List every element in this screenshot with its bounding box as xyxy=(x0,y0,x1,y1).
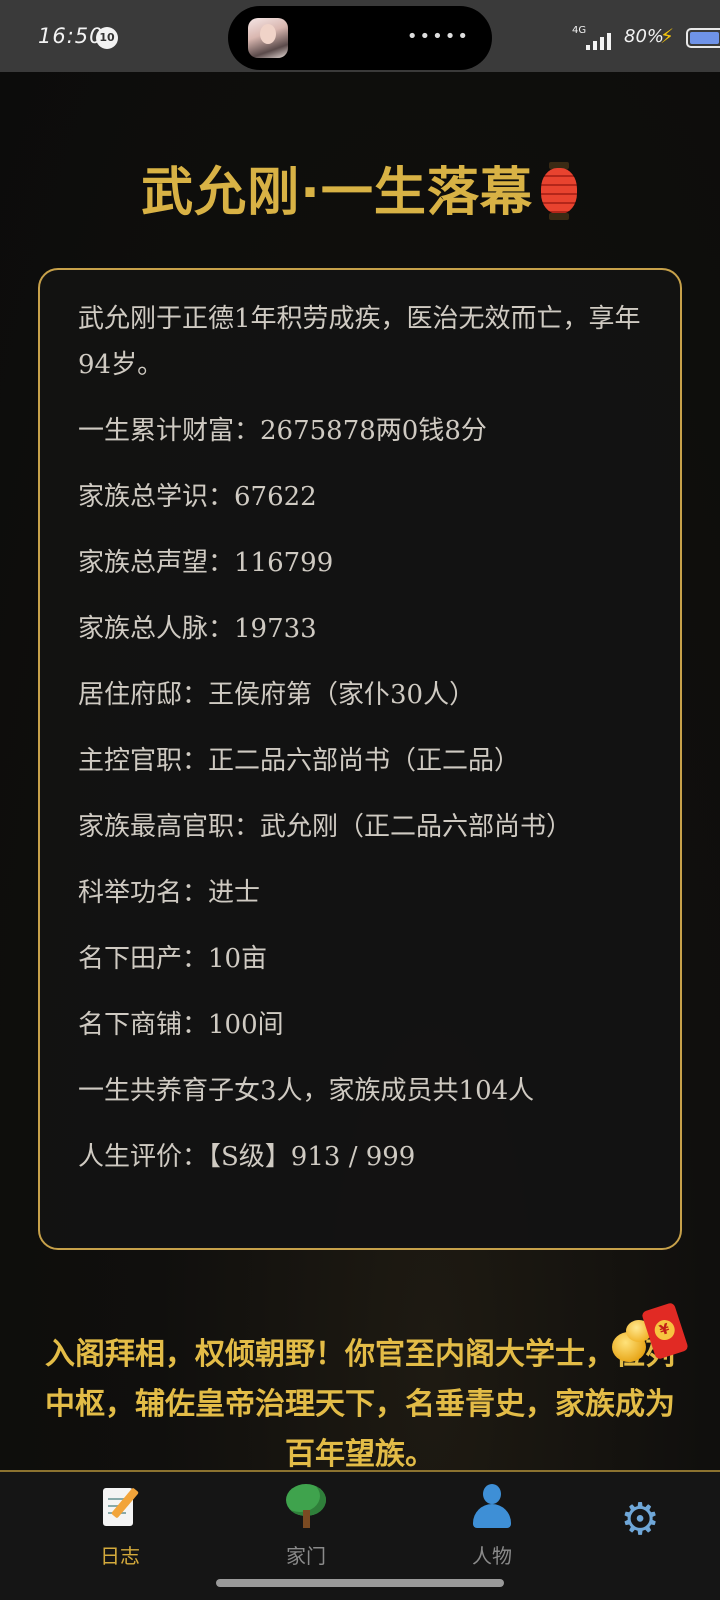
lantern-icon xyxy=(539,162,579,220)
stat-shops: 名下商铺：100间 xyxy=(78,1010,284,1040)
life-summary-card: 武允刚于正德1年积劳成疾，医治无效而亡，享年94岁。 一生累计财富：267587… xyxy=(38,268,682,1250)
status-time: 16:50 xyxy=(38,24,104,48)
death-summary: 武允刚于正德1年积劳成疾，医治无效而亡，享年94岁。 xyxy=(78,304,641,380)
status-bar: 16:50 10 ••••• 4G 80% ⚡ xyxy=(0,0,720,72)
stat-knowledge: 家族总学识：67622 xyxy=(78,482,317,512)
battery-fill xyxy=(690,32,719,44)
stat-residence: 居住府邸：王侯府第（家仆30人） xyxy=(78,680,476,710)
signal-icon xyxy=(586,30,616,50)
tree-icon xyxy=(246,1484,366,1532)
home-indicator[interactable] xyxy=(216,1579,504,1587)
island-avatar xyxy=(248,18,288,58)
stat-highest-office: 家族最高官职：武允刚（正二品六部尚书） xyxy=(78,812,573,842)
stat-exam-rank: 科举功名：进士 xyxy=(78,878,261,908)
stat-main-office: 主控官职：正二品六部尚书（正二品） xyxy=(78,746,521,776)
memo-icon xyxy=(60,1484,180,1532)
notification-count-badge: 10 xyxy=(96,27,118,49)
red-packet-icon[interactable]: ¥ xyxy=(612,1301,696,1372)
stat-connections: 家族总人脉：19733 xyxy=(78,614,317,644)
tab-log[interactable]: 日志 xyxy=(60,1484,180,1569)
stat-family-size: 一生共养育子女3人，家族成员共104人 xyxy=(78,1076,535,1106)
stat-prestige: 家族总声望：116799 xyxy=(78,548,334,578)
person-icon xyxy=(432,1484,552,1532)
gear-icon: ⚙ xyxy=(620,1494,660,1545)
game-screen: 16:50 10 ••••• 4G 80% ⚡ 武允刚·一生落幕 武允刚于正德1… xyxy=(0,0,720,1600)
ending-message: 入阁拜相，权倾朝野！你官至内阁大学士，位列中枢，辅佐皇帝治理天下，名垂青史，家族… xyxy=(45,1337,675,1472)
settings-button[interactable]: ⚙ xyxy=(580,1496,700,1544)
page-title: 武允刚·一生落幕 xyxy=(0,150,720,225)
battery-icon xyxy=(686,28,720,48)
more-dots-icon: ••••• xyxy=(406,26,470,47)
tab-log-label: 日志 xyxy=(100,1544,140,1568)
tab-people-label: 人物 xyxy=(472,1544,512,1568)
stat-wealth: 一生累计财富：2675878两0钱8分 xyxy=(78,416,487,446)
battery-percent: 80% xyxy=(624,26,665,47)
tab-family[interactable]: 家门 xyxy=(246,1484,366,1569)
network-type: 4G xyxy=(572,25,587,36)
tab-family-label: 家门 xyxy=(286,1544,326,1568)
tab-people[interactable]: 人物 xyxy=(432,1484,552,1569)
stat-farmland: 名下田产：10亩 xyxy=(78,944,268,974)
dynamic-island[interactable]: ••••• xyxy=(228,6,492,70)
stat-life-rating: 人生评价：【S级】913 / 999 xyxy=(78,1142,416,1172)
bolt-icon: ⚡ xyxy=(660,24,675,48)
page-title-text: 武允刚·一生落幕 xyxy=(141,163,533,223)
